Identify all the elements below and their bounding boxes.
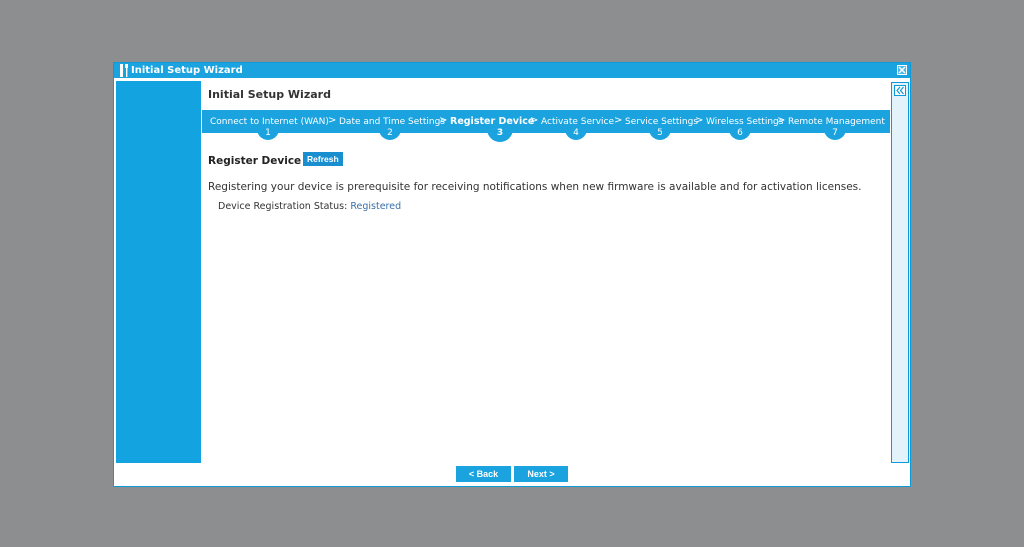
wizard-content: Initial Setup Wizard Connect to Internet… — [202, 81, 890, 463]
register-device-title: Register Device — [208, 155, 302, 167]
step-number-6: 6 — [729, 127, 751, 140]
step-separator-chevron-icon: > — [695, 115, 704, 126]
wizard-steps-bar: Connect to Internet (WAN) > Date and Tim… — [202, 110, 890, 142]
registration-status-label: Device Registration Status: — [218, 201, 348, 212]
step-label-connect-to-internet: Connect to Internet (WAN) — [210, 117, 329, 127]
next-button[interactable]: Next > — [514, 466, 568, 482]
step-number-2: 2 — [379, 127, 401, 140]
page-title: Initial Setup Wizard — [208, 88, 331, 101]
step-number-4: 4 — [565, 127, 587, 140]
refresh-button[interactable]: Refresh — [303, 152, 343, 166]
setup-wizard-window: Initial Setup Wizard Initial Setup Wizar… — [113, 62, 911, 487]
step-separator-chevron-icon: > — [614, 115, 623, 126]
window-titlebar[interactable]: Initial Setup Wizard — [114, 63, 910, 78]
wizard-sidebar — [116, 81, 201, 463]
step-number-1: 1 — [257, 127, 279, 140]
registration-status-value: Registered — [350, 201, 402, 212]
step-number-3: 3 — [487, 127, 513, 142]
step-separator-chevron-icon: > — [777, 115, 786, 126]
step-label-wireless-settings: Wireless Settings — [706, 117, 784, 127]
step-label-remote-management: Remote Management — [788, 117, 885, 127]
window-title: Initial Setup Wizard — [131, 65, 243, 76]
step-number-7: 7 — [824, 127, 846, 140]
step-label-activate-service: Activate Service — [541, 117, 615, 127]
step-label-service-settings: Service Settings — [625, 117, 699, 127]
step-separator-chevron-icon: > — [328, 115, 337, 126]
registration-status-row: Device Registration Status: Registered — [218, 201, 401, 212]
step-separator-chevron-icon: > — [530, 115, 539, 126]
register-description: Registering your device is prerequisite … — [208, 181, 862, 193]
wrench-screwdriver-icon — [120, 64, 128, 77]
step-separator-chevron-icon: > — [439, 115, 448, 126]
step-number-5: 5 — [649, 127, 671, 140]
double-chevron-left-icon[interactable] — [894, 85, 906, 96]
step-label-date-and-time: Date and Time Settings — [339, 117, 445, 127]
close-icon[interactable] — [897, 65, 907, 75]
back-button[interactable]: < Back — [456, 466, 511, 482]
collapse-panel-strip — [891, 82, 909, 463]
step-label-register-device: Register Device — [450, 116, 535, 127]
